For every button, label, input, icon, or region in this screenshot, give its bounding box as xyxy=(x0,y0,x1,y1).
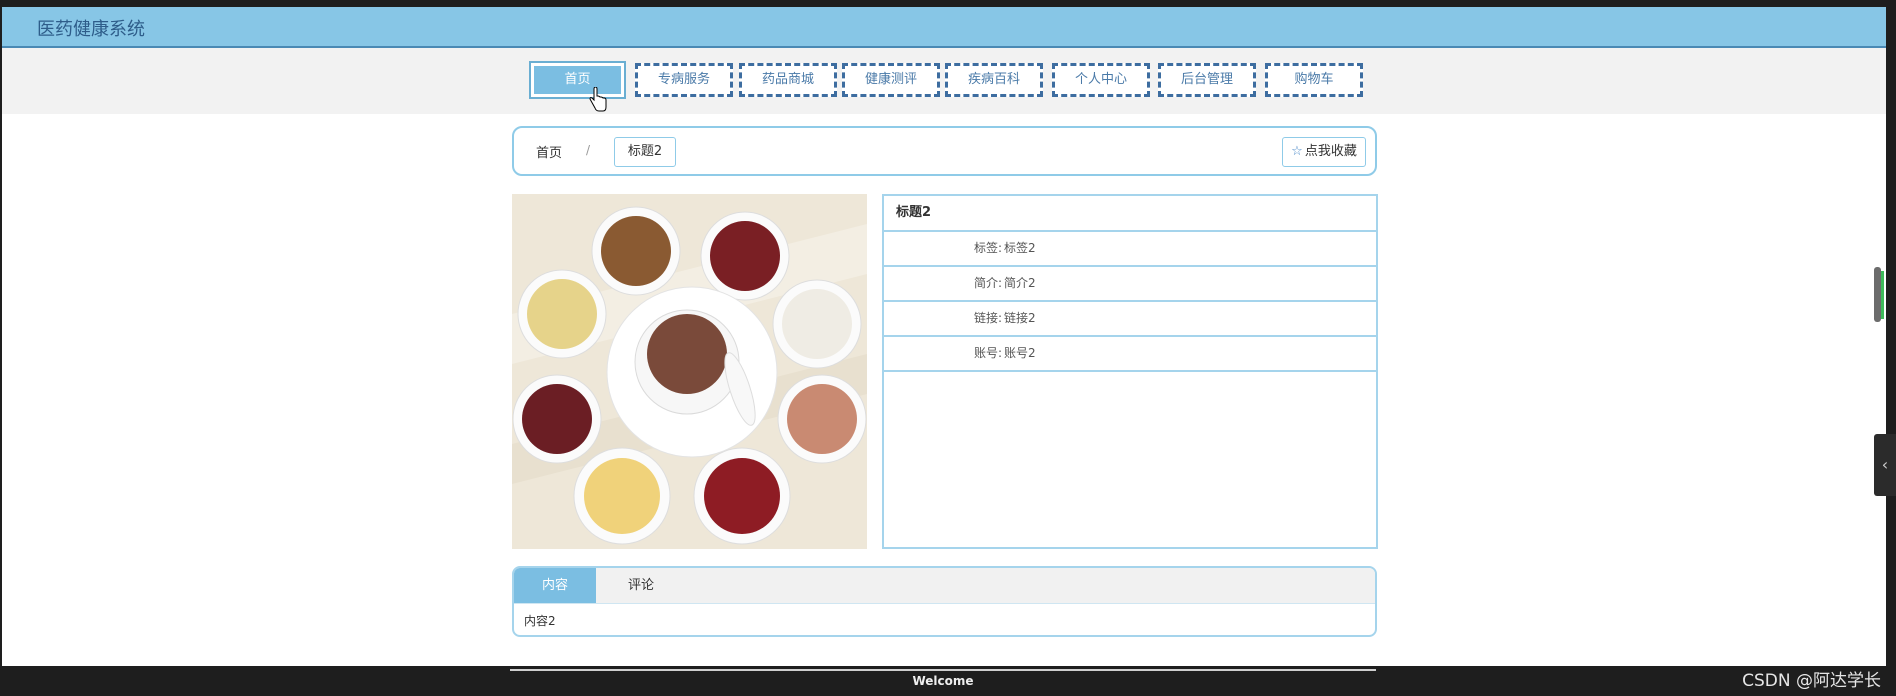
scrollbar-marker xyxy=(1881,271,1884,319)
nav-specialty-service[interactable]: 专病服务 xyxy=(635,63,733,97)
tabs-header: 内容 评论 xyxy=(514,568,1375,604)
tab-comments[interactable]: 评论 xyxy=(600,568,682,603)
detail-row-value: 标签2 xyxy=(1004,241,1036,255)
detail-row-link: 链接: 链接2 xyxy=(884,302,1376,337)
favorite-label: 点我收藏 xyxy=(1304,144,1357,159)
detail-row-value: 简介2 xyxy=(1004,276,1036,290)
detail-row-label: 简介: xyxy=(973,276,1002,290)
nav-drug-mall[interactable]: 药品商城 xyxy=(739,63,837,97)
side-panel-toggle[interactable]: ‹ xyxy=(1874,434,1896,496)
site-title: 医药健康系统 xyxy=(37,19,145,40)
favorite-button[interactable]: ☆ 点我收藏 xyxy=(1282,137,1366,167)
product-image xyxy=(512,194,867,549)
chevron-left-icon: ‹ xyxy=(1881,455,1889,474)
detail-row-value: 账号2 xyxy=(1004,346,1036,360)
detail-row-account: 账号: 账号2 xyxy=(884,337,1376,372)
nav-admin[interactable]: 后台管理 xyxy=(1158,63,1256,97)
content-tabs: 内容 评论 内容2 xyxy=(512,566,1377,637)
nav-health-assessment[interactable]: 健康测评 xyxy=(842,63,940,97)
nav-home[interactable]: 首页 xyxy=(529,61,626,99)
nav-cart[interactable]: 购物车 xyxy=(1265,63,1363,97)
detail-row-label: 标签: xyxy=(973,241,1002,255)
tab-content[interactable]: 内容 xyxy=(514,568,596,603)
detail-row-tag: 标签: 标签2 xyxy=(884,232,1376,267)
footer-welcome: Welcome xyxy=(912,674,974,688)
browser-viewport: 医药健康系统 首页 专病服务 药品商城 健康测评 疾病百科 个人中心 后台管理 … xyxy=(2,7,1886,666)
breadcrumb-home[interactable]: 首页 xyxy=(536,142,562,161)
detail-panel: 标题2 标签: 标签2 简介: 简介2 链接: 链接2 账号: 账号2 xyxy=(882,194,1378,549)
detail-title: 标题2 xyxy=(884,196,1376,232)
top-header: 医药健康系统 xyxy=(2,7,1886,48)
tab-content-body: 内容2 xyxy=(524,614,556,628)
breadcrumb: 首页 / 标题2 ☆ 点我收藏 xyxy=(512,126,1377,176)
nav-disease-encyclopedia[interactable]: 疾病百科 xyxy=(945,63,1043,97)
hand-cursor-icon xyxy=(589,87,607,112)
detail-row-label: 链接: xyxy=(973,311,1002,325)
detail-row-label: 账号: xyxy=(973,346,1002,360)
star-icon: ☆ xyxy=(1291,144,1303,159)
main-nav: 首页 专病服务 药品商城 健康测评 疾病百科 个人中心 后台管理 购物车 xyxy=(2,48,1886,114)
watermark: CSDN @阿达学长 xyxy=(1742,671,1881,691)
detail-row-intro: 简介: 简介2 xyxy=(884,267,1376,302)
breadcrumb-separator: / xyxy=(586,143,591,157)
scrollbar-thumb[interactable] xyxy=(1874,267,1881,322)
footer-divider xyxy=(510,669,1376,671)
detail-row-value: 链接2 xyxy=(1004,311,1036,325)
breadcrumb-current: 标题2 xyxy=(614,137,676,167)
nav-personal-center[interactable]: 个人中心 xyxy=(1052,63,1150,97)
